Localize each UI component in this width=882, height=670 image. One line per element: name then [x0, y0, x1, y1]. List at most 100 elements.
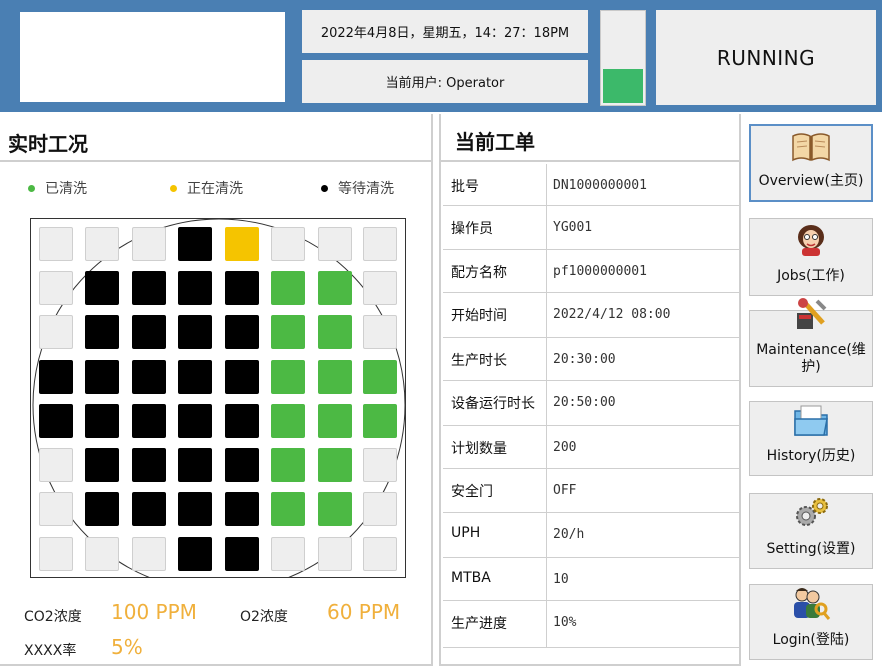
wafer-cell — [225, 537, 259, 571]
co2-value: 100 PPM — [111, 600, 197, 624]
users-key-icon — [791, 585, 831, 632]
nav-tools-button[interactable]: Maintenance(维护) — [749, 298, 873, 387]
order-row: UPH 20/h — [443, 513, 739, 558]
nav-folder-button[interactable]: History(历史) — [749, 401, 873, 476]
wafer-cell — [363, 537, 397, 571]
wafer-cell — [132, 492, 166, 526]
wafer-cell — [318, 315, 352, 349]
wafer-cell — [39, 537, 73, 571]
order-row: 计划数量 200 — [443, 426, 739, 469]
order-row: 生产时长 20:30:00 — [443, 338, 739, 381]
title-divider — [441, 160, 741, 162]
wafer-cell — [318, 271, 352, 305]
wafer-cell — [271, 360, 305, 394]
order-row: 开始时间 2022/4/12 08:00 — [443, 293, 739, 338]
wafer-cell — [225, 227, 259, 261]
wafer-cell — [132, 360, 166, 394]
legend-label: 正在清洗 — [187, 181, 243, 197]
wafer-cell — [132, 227, 166, 261]
wafer-cell — [271, 271, 305, 305]
nav-gears-button[interactable]: Setting(设置) — [749, 493, 873, 569]
order-row: 配方名称 pf1000000001 — [443, 250, 739, 293]
wafer-cell — [271, 492, 305, 526]
wafer-cell — [132, 404, 166, 438]
nav-book-button[interactable]: Overview(主页) — [749, 124, 873, 202]
order-row: MTBA 10 — [443, 558, 739, 601]
tools-icon — [793, 297, 829, 342]
order-row-label: 设备运行时长 — [443, 381, 547, 425]
wafer-cell — [39, 448, 73, 482]
header-bar: 2022年4月8日，星期五，14：27：18PM 当前用户: Operator … — [0, 0, 882, 112]
book-icon — [791, 132, 831, 173]
order-row-value: pf1000000001 — [553, 264, 647, 279]
wafer-cell — [39, 315, 73, 349]
wafer-cell — [178, 271, 212, 305]
status-lamp — [600, 10, 646, 106]
nav-label: Maintenance(维护) — [756, 342, 866, 375]
wafer-cell — [363, 404, 397, 438]
green-dot-icon — [28, 184, 35, 192]
wafer-cell — [271, 227, 305, 261]
wafer-cell — [318, 492, 352, 526]
legend-cleaning: 正在清洗 — [170, 178, 243, 198]
rate-label: XXXX率 — [24, 643, 77, 659]
black-dot-icon — [321, 184, 328, 192]
wafer-cell — [178, 448, 212, 482]
wafer-cell — [178, 404, 212, 438]
wafer-map — [30, 218, 406, 578]
wafer-cell — [225, 448, 259, 482]
order-row-label: 计划数量 — [443, 426, 547, 468]
order-row-value: OFF — [553, 483, 577, 498]
wafer-cell — [271, 404, 305, 438]
work-order-panel: 当前工单 批号 DN1000000001 操作员 YG001 配方名称 pf1000000… — [439, 114, 741, 666]
order-row-value: 2022/4/12 08:00 — [553, 307, 671, 322]
order-row-value: DN1000000001 — [553, 178, 647, 193]
wafer-cell — [178, 492, 212, 526]
order-row-value: 20:50:00 — [553, 395, 616, 410]
wafer-cell — [178, 315, 212, 349]
machine-status: RUNNING — [656, 10, 876, 105]
wafer-cell — [225, 315, 259, 349]
wafer-cell — [132, 537, 166, 571]
order-row-label: UPH — [443, 513, 547, 557]
realtime-title: 实时工况 — [8, 132, 88, 156]
order-row-value: 20/h — [553, 527, 585, 542]
wafer-cell — [271, 315, 305, 349]
wafer-cell — [85, 360, 119, 394]
order-row-value: 200 — [553, 440, 577, 455]
wafer-cell — [178, 360, 212, 394]
co2-label: CO2浓度 — [24, 609, 82, 625]
order-row: 设备运行时长 20:50:00 — [443, 381, 739, 426]
wafer-cell — [225, 404, 259, 438]
nav-label: Setting(设置) — [766, 541, 856, 557]
wafer-cell — [39, 360, 73, 394]
wafer-cell — [318, 360, 352, 394]
order-row-label: 安全门 — [443, 469, 547, 512]
order-row-value: 10 — [553, 572, 569, 587]
logo-area — [20, 12, 285, 102]
order-row-value: 10% — [553, 615, 577, 630]
legend-cleaned: 已清洗 — [28, 178, 87, 198]
wafer-cell — [85, 315, 119, 349]
order-row-label: 生产时长 — [443, 338, 547, 380]
datetime-display: 2022年4月8日，星期五，14：27：18PM — [302, 10, 588, 53]
wafer-cell — [85, 448, 119, 482]
wafer-cell — [318, 227, 352, 261]
wafer-cell — [132, 271, 166, 305]
wafer-cell — [85, 271, 119, 305]
legend-waiting: 等待清洗 — [321, 178, 394, 198]
wafer-cell — [132, 315, 166, 349]
wafer-cell — [178, 227, 212, 261]
nav-users-key-button[interactable]: Login(登陆) — [749, 584, 873, 660]
nav-person-button[interactable]: Jobs(工作) — [749, 218, 873, 296]
order-row-value: YG001 — [553, 220, 593, 235]
realtime-panel: 实时工况 已清洗 正在清洗 等待清洗 CO2浓度 100 PPM O2浓度 60… — [0, 114, 433, 666]
wafer-cell — [271, 537, 305, 571]
status-lamp-indicator — [603, 69, 643, 103]
wafer-cell — [363, 271, 397, 305]
order-row-value: 20:30:00 — [553, 352, 616, 367]
wafer-cell — [85, 537, 119, 571]
person-icon — [793, 223, 829, 268]
wafer-cell — [318, 404, 352, 438]
yellow-dot-icon — [170, 184, 177, 192]
